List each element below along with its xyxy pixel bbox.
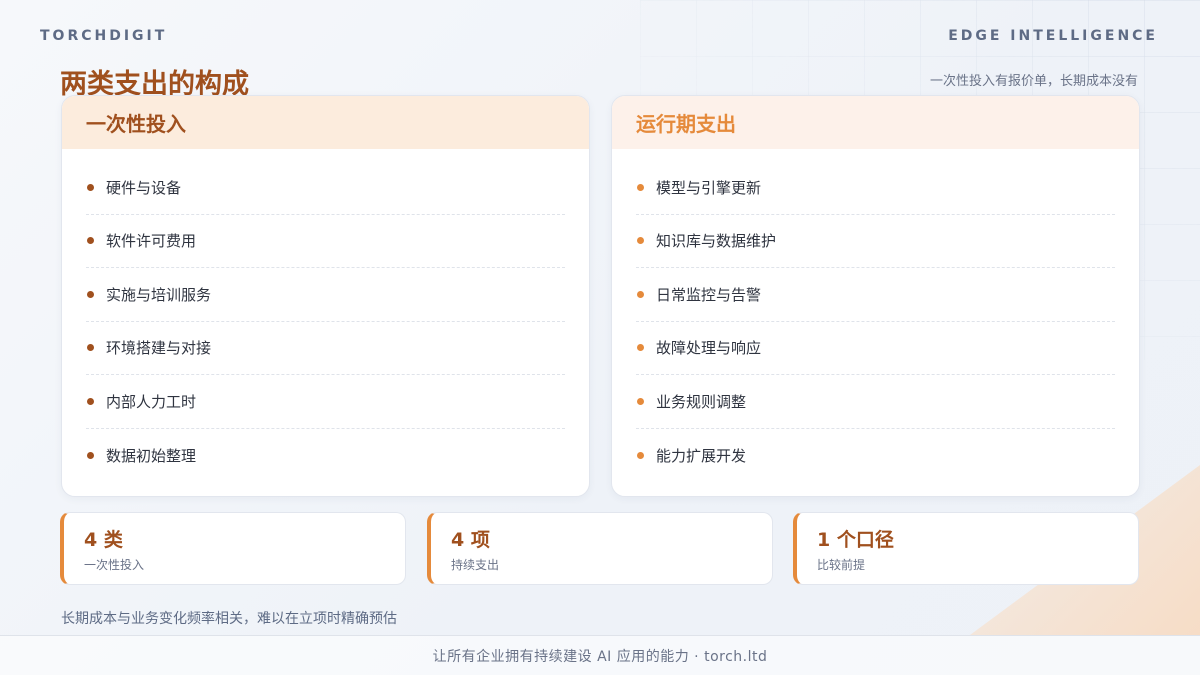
- card-one-time-investment: 一次性投入 硬件与设备 软件许可费用 实施与培训服务 环境搭建与对接 内部人力工…: [61, 95, 590, 497]
- list-item-label: 故障处理与响应: [656, 339, 762, 358]
- bullet-dot-icon: [87, 344, 94, 352]
- page-subtitle: 一次性投入有报价单，长期成本没有: [929, 74, 1138, 89]
- list-item: 实施与培训服务: [86, 268, 565, 322]
- stat-label: 持续支出: [451, 558, 500, 572]
- bullet-dot-icon: [87, 397, 94, 405]
- list-item: 业务规则调整: [636, 375, 1115, 429]
- bullet-dot-icon: [637, 290, 644, 298]
- list-item-label: 硬件与设备: [106, 178, 182, 197]
- list-item: 数据初始整理: [86, 429, 565, 483]
- stat-value: 1 个口径: [817, 529, 894, 551]
- list-item-label: 环境搭建与对接: [106, 339, 212, 358]
- card-item-list: 硬件与设备 软件许可费用 实施与培训服务 环境搭建与对接 内部人力工时 数据初始…: [62, 161, 589, 482]
- footer-bar: 让所有企业拥有持续建设 AI 应用的能力 · torch.ltd: [0, 635, 1200, 675]
- bullet-dot-icon: [87, 290, 94, 298]
- list-item: 故障处理与响应: [636, 322, 1115, 375]
- stat-card-ongoing: 4 项 持续支出: [427, 512, 773, 585]
- list-item-label: 能力扩展开发: [656, 446, 747, 465]
- list-item: 内部人力工时: [86, 375, 565, 429]
- footnote: 长期成本与业务变化频率相关，难以在立项时精确预估: [61, 611, 397, 627]
- bullet-dot-icon: [87, 451, 94, 459]
- bullet-dot-icon: [637, 183, 644, 191]
- list-item-label: 日常监控与告警: [656, 285, 762, 304]
- list-item-label: 内部人力工时: [106, 392, 197, 411]
- list-item-label: 知识库与数据维护: [656, 232, 777, 251]
- list-item: 日常监控与告警: [636, 268, 1115, 322]
- list-item: 模型与引擎更新: [636, 161, 1115, 215]
- list-item: 环境搭建与对接: [86, 322, 565, 375]
- bullet-dot-icon: [637, 344, 644, 352]
- list-item-label: 模型与引擎更新: [656, 178, 762, 197]
- card-item-list: 模型与引擎更新 知识库与数据维护 日常监控与告警 故障处理与响应 业务规则调整 …: [612, 161, 1139, 482]
- list-item: 硬件与设备: [86, 161, 565, 215]
- bullet-dot-icon: [637, 237, 644, 245]
- card-title: 运行期支出: [612, 96, 1139, 149]
- brand-tagline: EDGE INTELLIGENCE: [948, 28, 1158, 44]
- list-item-label: 软件许可费用: [106, 232, 197, 251]
- stat-value: 4 类: [84, 529, 123, 551]
- stat-label: 比较前提: [817, 558, 866, 572]
- bullet-dot-icon: [637, 451, 644, 459]
- stat-value: 4 项: [451, 529, 490, 551]
- stat-label: 一次性投入: [84, 558, 145, 572]
- list-item: 软件许可费用: [86, 215, 565, 268]
- bullet-dot-icon: [637, 397, 644, 405]
- list-item: 知识库与数据维护: [636, 215, 1115, 268]
- bullet-dot-icon: [87, 183, 94, 191]
- bullet-dot-icon: [87, 237, 94, 245]
- stat-card-basis: 1 个口径 比较前提: [793, 512, 1139, 585]
- card-operating-expense: 运行期支出 模型与引擎更新 知识库与数据维护 日常监控与告警 故障处理与响应 业…: [611, 95, 1140, 497]
- footer-text: 让所有企业拥有持续建设 AI 应用的能力 · torch.ltd: [432, 648, 768, 665]
- brand-logo-text: TORCHDIGIT: [40, 28, 168, 44]
- list-item: 能力扩展开发: [636, 429, 1115, 483]
- card-title: 一次性投入: [62, 96, 589, 149]
- stat-card-one-time: 4 类 一次性投入: [60, 512, 406, 585]
- list-item-label: 数据初始整理: [106, 446, 197, 465]
- list-item-label: 实施与培训服务: [106, 285, 212, 304]
- list-item-label: 业务规则调整: [656, 392, 747, 411]
